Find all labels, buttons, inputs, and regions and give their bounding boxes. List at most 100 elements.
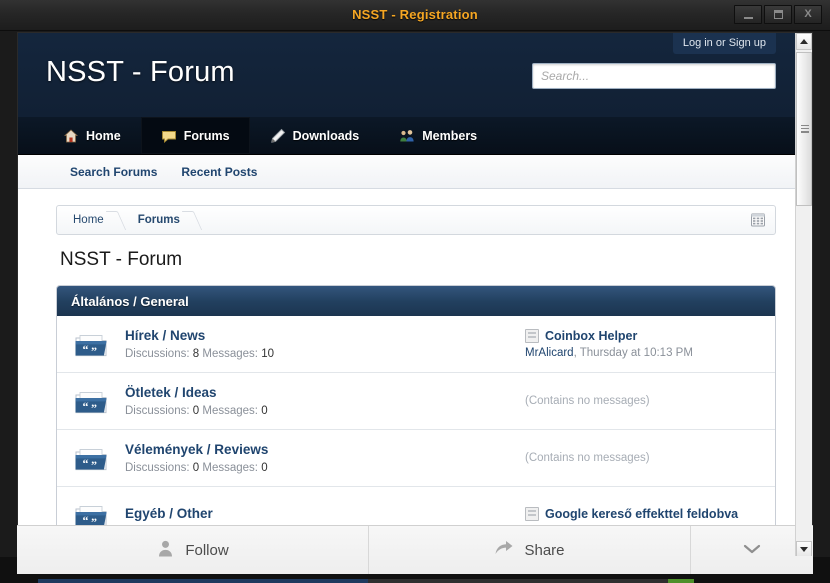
last-post-author[interactable]: MrAlicard [525, 347, 574, 359]
nav-tab-home-label: Home [86, 128, 121, 143]
login-signup-link[interactable]: Log in or Sign up [672, 33, 776, 54]
vertical-scrollbar[interactable] [795, 33, 812, 556]
main-navigation: Home Forums Downloads Members [18, 117, 797, 155]
forum-row[interactable]: “ ” Ötletek / Ideas Discussions: 0 Messa… [57, 373, 775, 430]
nav-tab-home[interactable]: Home [43, 117, 141, 154]
maximize-button[interactable] [764, 5, 792, 24]
forum-row[interactable]: “ ” Vélemények / Reviews Discussions: 0 … [57, 430, 775, 487]
messages-label: Messages: [202, 462, 258, 474]
application-window: NSST - Registration X NSST - Forum Log i… [0, 0, 830, 583]
forum-title-link[interactable]: Hírek / News [125, 328, 525, 343]
forum-info: Ötletek / Ideas Discussions: 0 Messages:… [125, 385, 525, 417]
svg-text:”: ” [91, 401, 97, 415]
speech-bubble-icon [161, 128, 177, 144]
forum-info: Hírek / News Discussions: 8 Messages: 10 [125, 328, 525, 360]
person-icon [156, 539, 175, 562]
scroll-down-button[interactable] [796, 541, 812, 556]
discussions-count: 0 [192, 405, 200, 417]
site-logo[interactable]: NSST - Forum [46, 56, 235, 89]
discussions-label: Discussions: [125, 348, 190, 360]
scrollbar-thumb[interactable] [796, 52, 812, 206]
search-input[interactable] [533, 64, 775, 88]
share-label: Share [524, 541, 565, 559]
follow-label: Follow [185, 541, 229, 559]
nav-tab-members[interactable]: Members [379, 117, 497, 154]
window-titlebar: NSST - Registration X [0, 0, 830, 31]
nav-tab-downloads-label: Downloads [292, 128, 360, 143]
forum-last-post: Coinbox Helper MrAlicard, Thursday at 10… [525, 329, 775, 359]
nav-tab-forums[interactable]: Forums [140, 117, 250, 154]
forum-last-post: Google kereső effekttel feldobva [525, 506, 775, 525]
last-post-separator: , [573, 347, 577, 359]
no-messages-text: (Contains no messages) [525, 452, 650, 464]
discussions-label: Discussions: [125, 405, 190, 417]
taskbar-strip-right [668, 579, 694, 583]
chevron-down-icon [742, 542, 762, 559]
maximize-icon [773, 10, 783, 19]
discussions-label: Discussions: [125, 462, 190, 474]
scroll-up-button[interactable] [796, 33, 812, 50]
forum-folder-icon: “ ” [74, 388, 108, 415]
forum-icon-cell: “ ” [57, 388, 125, 415]
minimize-button[interactable] [734, 5, 762, 24]
nav-tab-members-label: Members [422, 128, 478, 143]
messages-label: Messages: [202, 348, 258, 360]
last-post-title-link[interactable]: Coinbox Helper [525, 329, 765, 343]
discussions-count: 8 [192, 348, 200, 360]
forum-stats: Discussions: 0 Messages: 0 [125, 462, 525, 474]
close-button[interactable]: X [794, 5, 822, 24]
nav-tab-downloads[interactable]: Downloads [250, 117, 380, 154]
forum-stats: Discussions: 0 Messages: 0 [125, 405, 525, 417]
follow-button[interactable]: Follow [17, 526, 369, 574]
forum-row[interactable]: “ ” Hírek / News Discussions: 8 Messages… [57, 316, 775, 373]
home-icon [63, 128, 79, 144]
messages-count: 0 [261, 405, 268, 417]
last-post-time: Thursday at 10:13 PM [579, 347, 693, 359]
site-header: NSST - Forum Log in or Sign up [18, 33, 797, 117]
forum-icon-cell: “ ” [57, 445, 125, 472]
svg-text:“: “ [83, 399, 89, 413]
sub-navigation: Search Forums Recent Posts [18, 155, 797, 189]
forum-folder-icon: “ ” [74, 445, 108, 472]
breadcrumb-item-home[interactable]: Home [57, 206, 122, 234]
forum-folder-icon: “ ” [74, 331, 108, 358]
last-post-title-link[interactable]: Google kereső effekttel feldobva [525, 506, 765, 521]
grid-icon[interactable] [750, 212, 766, 228]
share-arrow-icon [494, 539, 514, 561]
minimize-icon [743, 16, 753, 19]
last-post-title: Google kereső effekttel feldobva [545, 506, 739, 521]
subnav-recent-posts[interactable]: Recent Posts [181, 165, 257, 179]
search-box[interactable] [532, 63, 776, 89]
category-block: Általános / General “ ” Hírek / News Dis… [56, 285, 776, 545]
people-icon [399, 128, 415, 144]
breadcrumb-item-forums[interactable]: Forums [122, 206, 198, 234]
subnav-search-forums[interactable]: Search Forums [70, 165, 157, 179]
scrollbar-grip-icon [801, 125, 809, 133]
forum-icon-cell: “ ” [57, 331, 125, 358]
window-title: NSST - Registration [352, 7, 478, 22]
share-button[interactable]: Share [369, 526, 691, 574]
messages-count: 10 [261, 348, 274, 360]
avatar-placeholder-icon [525, 329, 539, 343]
category-title: Általános / General [57, 286, 775, 316]
forum-title-link[interactable]: Egyéb / Other [125, 506, 525, 521]
forum-title-link[interactable]: Vélemények / Reviews [125, 442, 525, 457]
messages-count: 0 [261, 462, 268, 474]
nav-tab-forums-label: Forums [183, 128, 230, 143]
svg-text:“: “ [83, 342, 89, 356]
share-bar: Follow Share [17, 525, 813, 574]
forum-title-link[interactable]: Ötletek / Ideas [125, 385, 525, 400]
messages-label: Messages: [202, 405, 258, 417]
svg-text:“: “ [83, 456, 89, 470]
pencil-icon [270, 128, 286, 144]
chevron-up-icon [800, 39, 808, 44]
svg-text:”: ” [91, 344, 97, 358]
taskbar-strip-left [38, 579, 368, 583]
page-content: Home Forums NSST - Forum Általános / Gen… [18, 189, 797, 545]
last-post-title: Coinbox Helper [545, 329, 638, 343]
window-controls: X [734, 5, 822, 24]
discussions-count: 0 [192, 462, 200, 474]
forum-page: NSST - Forum Log in or Sign up Home [18, 33, 797, 556]
breadcrumb: Home Forums [56, 205, 776, 235]
browser-viewport: NSST - Forum Log in or Sign up Home [17, 32, 813, 557]
